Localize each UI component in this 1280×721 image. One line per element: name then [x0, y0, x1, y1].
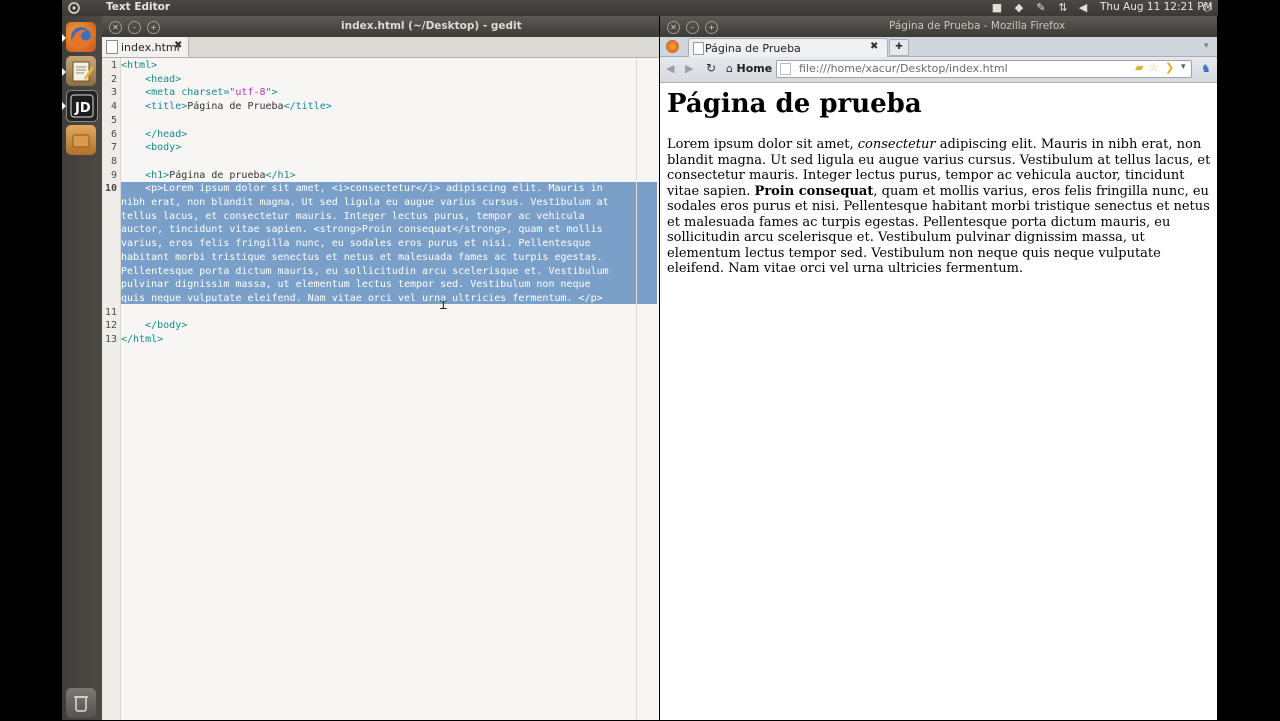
firefox-window: ✕ – + Página de Prueba - Mozilla Firefox…	[660, 16, 1217, 720]
code-line: <html>	[121, 60, 158, 71]
code-line: <title>Página de Prueba</title>	[145, 101, 332, 113]
line-number: 10	[104, 183, 117, 195]
bookmark-star-icon[interactable]: ☆	[1149, 61, 1159, 74]
file-icon	[106, 40, 118, 54]
minimize-icon[interactable]: –	[686, 21, 699, 34]
line-number: 9	[110, 169, 117, 181]
dropbox-icon[interactable]: ◆	[1012, 1, 1026, 15]
stop-icon[interactable]: ■	[990, 1, 1004, 15]
go-icon[interactable]: ❯	[1165, 61, 1174, 74]
firefox-window-title: Página de Prueba - Mozilla Firefox	[889, 20, 1066, 32]
tab-label: index.html	[121, 41, 180, 54]
line-number: 13	[104, 334, 117, 345]
tab-list-icon[interactable]: ▾	[1204, 41, 1209, 51]
code-line: </html>	[121, 334, 164, 345]
dreamweaver-icon[interactable]: JD	[66, 90, 98, 122]
code-line: <body>	[145, 142, 182, 154]
line-number: 5	[110, 114, 117, 126]
gedit-window-title: index.html (~/Desktop) - gedit	[341, 20, 522, 32]
ubuntu-logo-icon[interactable]	[56, 0, 80, 16]
reload-icon[interactable]: ↻	[706, 61, 716, 75]
text-editor-icon[interactable]	[66, 56, 96, 86]
network-icon[interactable]: ⇅	[1056, 1, 1070, 15]
selected-code-line: varius, eros felis fringilla nunc, eu so…	[121, 238, 591, 250]
home-icon: ⌂	[726, 62, 733, 75]
selected-code-line: tellus lacus, et consectetur mauris. Int…	[121, 210, 585, 222]
url-text: file:///home/xacur/Desktop/index.html	[799, 62, 1008, 75]
folder-icon[interactable]	[66, 125, 96, 155]
line-number: 12	[104, 320, 117, 332]
line-number: 2	[110, 73, 117, 85]
url-bar[interactable]: file:///home/xacur/Desktop/index.html ▰ …	[776, 60, 1192, 78]
site-identity-icon[interactable]	[780, 63, 791, 75]
italic-text: consectetur	[857, 137, 936, 152]
clock[interactable]: Thu Aug 11 12:21 PM	[1100, 1, 1213, 13]
line-number: 4	[110, 101, 117, 113]
rss-icon[interactable]: ▰	[1135, 61, 1143, 74]
home-button[interactable]: ⌂ Home	[726, 62, 772, 75]
gedit-titlebar[interactable]: ✕ – + index.html (~/Desktop) - gedit	[102, 16, 659, 37]
web-page-content: Página de prueba Lorem ipsum dolor sit a…	[660, 83, 1217, 720]
page-icon	[693, 42, 704, 55]
page-heading: Página de prueba	[667, 89, 922, 119]
selected-code-line: habitant morbi tristique senectus et net…	[121, 251, 603, 263]
bold-text: Proin consequat	[754, 183, 874, 199]
top-panel: Text Editor ■ ◆ ✎ ⇅ ◀ Thu Aug 11 12:21 P…	[62, 0, 1218, 16]
selected-code-line: <p>Lorem ipsum dolor sit amet, <i>consec…	[121, 183, 603, 195]
trash-icon[interactable]	[66, 688, 96, 718]
firefox-tabbar: Página de Prueba ✖ ✚ ▾	[660, 37, 1217, 57]
forward-icon[interactable]: ▶	[685, 62, 693, 75]
selected-code-line: auctor, tincidunt vitae sapien. <strong>…	[121, 224, 603, 236]
selected-code-line: pulvinar dignissim massa, ut elementum l…	[121, 279, 591, 291]
selected-code-line: quis neque vulputate eleifend. Nam vitae…	[121, 292, 603, 304]
close-icon[interactable]: ✕	[667, 21, 680, 34]
close-icon[interactable]: ✕	[109, 21, 122, 34]
active-app-title: Text Editor	[106, 1, 171, 13]
line-number: 8	[110, 155, 117, 167]
firefox-titlebar[interactable]: ✕ – + Página de Prueba - Mozilla Firefox	[660, 16, 1217, 37]
code-line: <head>	[145, 73, 182, 85]
back-icon[interactable]: ◀	[666, 62, 674, 75]
line-number: 7	[110, 142, 117, 154]
firefox-icon[interactable]	[66, 22, 96, 52]
firefox-menu-icon[interactable]	[666, 40, 679, 53]
tab-label: Página de Prueba	[705, 42, 801, 55]
svg-text:JD: JD	[74, 101, 91, 116]
minimize-icon[interactable]: –	[128, 21, 141, 34]
addon-icon[interactable]: ♞	[1201, 62, 1211, 75]
new-tab-button[interactable]: ✚	[889, 39, 909, 56]
code-line: </head>	[145, 128, 188, 140]
selected-code-line: nibh erat, non blandit magna. Ut sed lig…	[121, 197, 609, 208]
gedit-window: ✕ – + index.html (~/Desktop) - gedit ind…	[102, 16, 659, 720]
code-line: </body>	[145, 320, 188, 332]
maximize-icon[interactable]: +	[147, 21, 160, 34]
pen-icon[interactable]: ✎	[1034, 1, 1048, 15]
code-line: <meta charset="utf-8">	[145, 87, 278, 99]
tab-close-icon[interactable]: ✖	[174, 40, 182, 51]
gedit-tabbar: index.html ✖	[102, 37, 659, 58]
code-line: <h1>Página de prueba</h1>	[145, 169, 296, 181]
line-number: 3	[110, 87, 117, 99]
tab-index-html[interactable]: index.html ✖	[102, 37, 189, 57]
line-number: 11	[104, 306, 117, 318]
selected-code-line: Pellentesque porta dictum mauris, eu sol…	[121, 265, 609, 277]
firefox-navbar: ◀ ▶ ↻ ⌂ Home file:///home/xacur/Desktop/…	[660, 57, 1217, 83]
launcher: JD	[62, 16, 102, 720]
code-editor[interactable]	[121, 58, 659, 720]
maximize-icon[interactable]: +	[705, 21, 718, 34]
url-dropdown-icon[interactable]: ▾	[1181, 62, 1186, 72]
power-icon[interactable]: ⏻	[1200, 1, 1214, 15]
tab-pagina-de-prueba[interactable]: Página de Prueba ✖	[688, 38, 888, 57]
volume-icon[interactable]: ◀	[1076, 1, 1090, 15]
home-label: Home	[736, 62, 773, 75]
page-paragraph: Lorem ipsum dolor sit amet, consectetur …	[667, 137, 1211, 276]
line-number: 6	[110, 128, 117, 140]
right-margin-line	[636, 58, 637, 720]
line-number: 1	[110, 60, 117, 71]
tab-close-icon[interactable]: ✖	[870, 41, 878, 52]
